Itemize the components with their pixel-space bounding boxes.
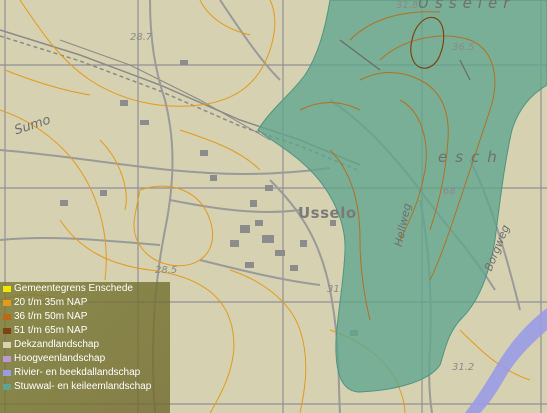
place-label-usseler: Usseler [418,0,516,12]
legend-swatch-icon [3,300,11,306]
legend-label: Rivier- en beekdallandschap [14,367,141,378]
legend-item-stuwwal-keileem[interactable]: Stuwwal- en keileemlandschap [3,381,151,393]
legend-item-dekzand[interactable]: Dekzandlandschap [3,339,99,351]
legend-label: Hoogveenlandschap [14,353,106,364]
legend-item-20-35m[interactable]: 20 t/m 35m NAP [3,297,87,309]
legend-label: 36 t/m 50m NAP [14,311,88,322]
contour-label-4: 68 [443,186,456,197]
contour-label-1: 28.7 [130,32,153,43]
legend-swatch-icon [3,342,11,348]
legend-item-51-65m[interactable]: 51 t/m 65m NAP [3,325,87,337]
place-label-esch: esch [438,148,505,166]
map-view[interactable]: Usselo esch Usseler Sumo Hellweg Borgweg… [0,0,547,413]
contour-label-2: 31.8 [396,0,419,11]
legend-swatch-icon [3,384,11,390]
contour-label-5: 28.5 [155,265,178,276]
legend-label: Gemeentegrens Enschede [14,283,133,294]
legend-swatch-icon [3,286,11,292]
legend-swatch-icon [3,356,11,362]
legend-swatch-icon [3,314,11,320]
legend-label: 51 t/m 65m NAP [14,325,88,336]
legend-label: 20 t/m 35m NAP [14,297,88,308]
legend-label: Stuwwal- en keileemlandschap [14,381,152,392]
legend-swatch-icon [3,370,11,376]
legend-item-rivier-beekdal[interactable]: Rivier- en beekdallandschap [3,367,140,379]
map-legend: Gemeentegrens Enschede 20 t/m 35m NAP 36… [0,282,170,413]
legend-swatch-icon [3,328,11,334]
contour-label-7: 31.2 [452,362,475,373]
contour-label-6: 31. [327,284,343,295]
legend-item-hoogveen[interactable]: Hoogveenlandschap [3,353,105,365]
legend-item-municipal-boundary[interactable]: Gemeentegrens Enschede [3,283,133,295]
legend-item-36-50m[interactable]: 36 t/m 50m NAP [3,311,87,323]
place-label-usselo: Usselo [298,204,357,222]
contour-label-3: 36.5 [452,42,475,53]
legend-label: Dekzandlandschap [14,339,100,350]
